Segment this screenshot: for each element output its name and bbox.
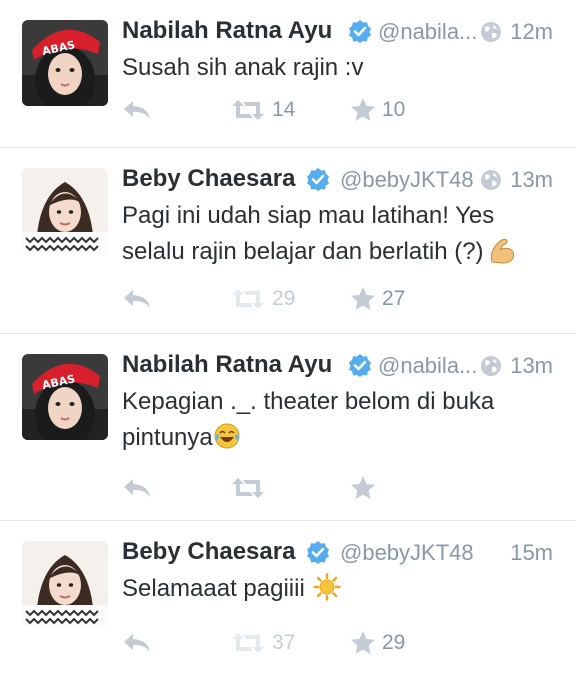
favorite-count: 27 [382,287,406,310]
tweet-text-line: Selamaaat pagiiii [122,575,305,602]
tweet[interactable]: Beby Chaesara @bebyJKT48 13m Pagi ini ud… [0,148,575,334]
avatar[interactable]: ABAS [22,20,108,106]
reply-button[interactable] [122,95,152,125]
reply-arrow-icon [124,634,150,652]
user-handle[interactable]: @bebyJKT48 [340,167,474,193]
retweet-button[interactable]: 37 [230,628,295,658]
tweet-header: Beby Chaesara @bebyJKT48 13m [122,163,553,197]
tweet-text: Selamaaat pagiiii [122,571,553,607]
retweet-count: 37 [272,631,296,654]
tweet-text-line-with-emoji: pintunya [122,420,553,456]
globe-icon [480,21,502,43]
flexed-biceps-emoji [490,238,514,264]
verified-badge-icon [348,353,372,377]
user-handle[interactable]: @bebyJKT48 [340,540,474,566]
star-icon [351,287,375,310]
display-name[interactable]: Nabilah Ratna Ayu [122,17,332,45]
sun-emoji [313,573,341,601]
display-name[interactable]: Nabilah Ratna Ayu [122,351,332,379]
tweet-text-line: Kepagian ._. theater belom di buka [122,388,495,415]
tweet-text: Kepagian ._. theater belom di buka pintu… [122,384,553,456]
tweet-actions: 14 10 [122,95,553,125]
tweet-actions: 29 27 [122,284,553,314]
display-name[interactable]: Beby Chaesara [122,538,295,566]
timestamp[interactable]: 13m [510,167,553,193]
reply-button[interactable] [122,284,152,314]
tweet-text-line-with-emoji: selalu rajin belajar dan berlatih (?) [122,234,553,270]
verified-badge-icon [348,19,372,43]
retweet-icon [232,478,264,498]
tweet[interactable]: Beby Chaesara @bebyJKT48 15m Selamaaat p… [0,521,575,680]
tweet-actions: 37 29 [122,628,553,658]
verified-badge-icon [306,540,330,564]
user-handle[interactable]: @nabila... [378,19,477,45]
globe-icon [480,169,502,191]
tears-of-joy-emoji [214,423,240,449]
retweet-button[interactable]: 29 [230,284,295,314]
tweet-text-line: Susah sih anak rajin :v [122,54,364,81]
tweet-text-line-with-emoji: Selamaaat pagiiii [122,571,553,607]
tweet-text-line: selalu rajin belajar dan berlatih (?) [122,238,484,265]
retweet-button[interactable] [230,473,272,503]
reply-arrow-icon [124,479,150,497]
star-icon [351,98,375,121]
reply-arrow-icon [124,101,150,119]
avatar[interactable] [22,168,108,254]
avatar[interactable]: ABAS [22,354,108,440]
display-name[interactable]: Beby Chaesara [122,165,295,193]
reply-button[interactable] [122,628,152,658]
retweet-count: 14 [272,98,296,121]
favorite-count: 29 [382,631,406,654]
verified-badge-icon [306,167,330,191]
reply-button[interactable] [122,473,152,503]
tweet-text: Pagi ini udah siap mau latihan! Yes sela… [122,198,553,270]
retweet-icon [232,100,264,120]
favorite-button[interactable]: 29 [350,628,405,658]
retweet-icon [232,633,264,653]
retweet-button[interactable]: 14 [230,95,295,125]
tweet-header: Nabilah Ratna Ayu @nabila... 13m [122,349,553,383]
reply-arrow-icon [124,290,150,308]
favorite-button[interactable]: 10 [350,95,405,125]
timestamp[interactable]: 12m [510,19,553,45]
tweet-header: Beby Chaesara @bebyJKT48 15m [122,536,553,570]
globe-icon [480,355,502,377]
tweet-header: Nabilah Ratna Ayu @nabila... 12m [122,15,553,49]
star-icon [351,631,375,654]
favorite-button[interactable]: 27 [350,284,405,314]
star-icon [351,476,375,499]
tweet-text-line: Pagi ini udah siap mau latihan! Yes [122,202,495,229]
retweet-count: 29 [272,287,296,310]
tweet[interactable]: ABAS Nabilah Ratna Ayu @nabila... 12m Su… [0,0,575,148]
favorite-count: 10 [382,98,406,121]
tweet-text: Susah sih anak rajin :v [122,50,553,86]
tweet-actions [122,473,553,503]
tweet-text-line: pintunya [122,424,213,451]
timestamp[interactable]: 13m [510,353,553,379]
timestamp[interactable]: 15m [510,540,553,566]
tweet[interactable]: ABAS Nabilah Ratna Ayu @nabila... 13m Ke… [0,334,575,521]
user-handle[interactable]: @nabila... [378,353,477,379]
retweet-icon [232,289,264,309]
favorite-button[interactable] [350,473,382,503]
avatar[interactable] [22,541,108,627]
